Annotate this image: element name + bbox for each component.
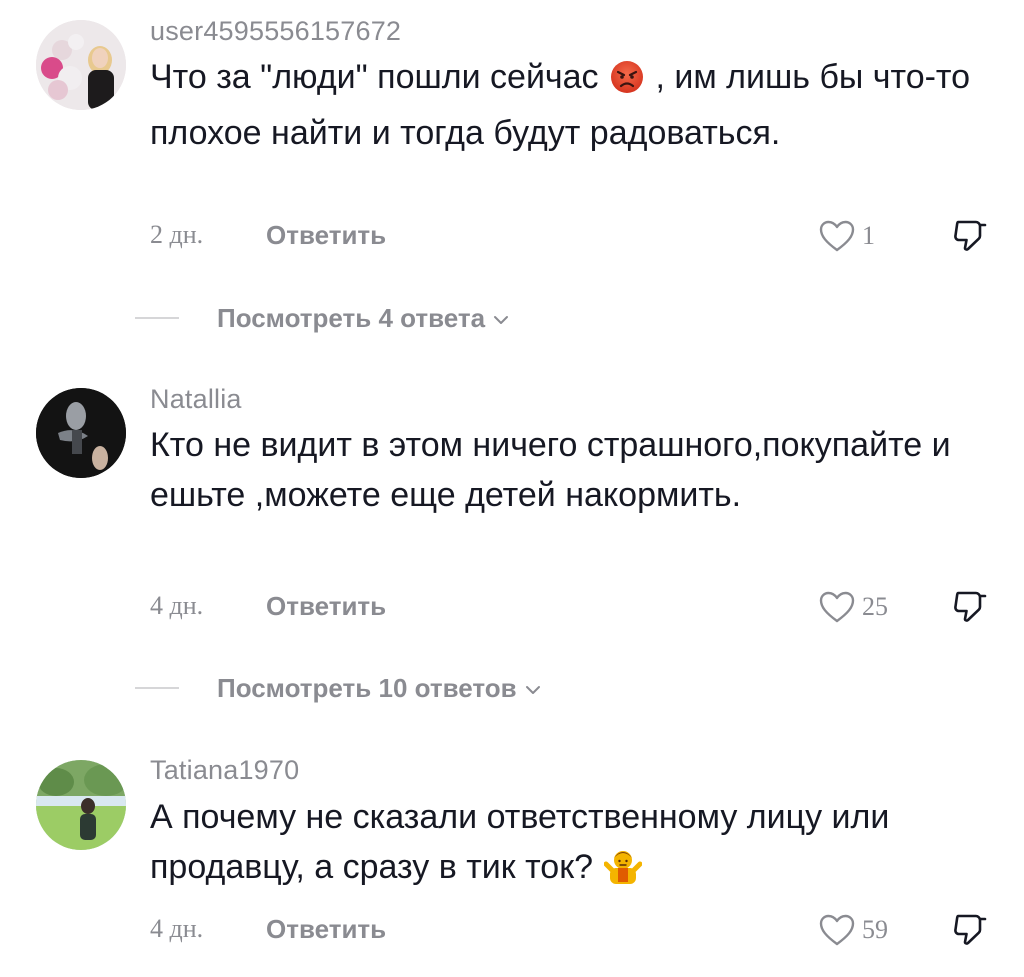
comment-actions: 2 дн. Ответить 1 xyxy=(150,214,990,258)
comment-text-body: А почему не сказали ответственному лицу … xyxy=(150,798,890,886)
comment-text-part-1: Что за "люди" пошли сейчас xyxy=(150,58,599,96)
comment-actions: 4 дн. Ответить 25 xyxy=(150,585,990,629)
timestamp: 2 дн. xyxy=(150,220,204,249)
avatar-image xyxy=(36,388,126,478)
like-count: 59 xyxy=(862,915,888,944)
timestamp: 4 дн. xyxy=(150,591,204,620)
username[interactable]: Natallia xyxy=(150,384,242,415)
like-count: 25 xyxy=(862,592,888,621)
comment-text: Кто не видит в этом ничего страшного,пок… xyxy=(150,426,951,514)
username[interactable]: Tatiana1970 xyxy=(150,755,299,786)
comment-actions: 4 дн. Ответить 59 xyxy=(150,908,990,952)
dislike-button[interactable] xyxy=(950,216,990,256)
heart-outline-icon xyxy=(819,914,855,946)
comment-text: Что за "люди" пошли сейчас , им лишь бы … xyxy=(150,52,990,158)
avatar-image xyxy=(36,760,126,850)
comment-text: А почему не сказали ответственному лицу … xyxy=(150,792,990,898)
avatar[interactable] xyxy=(36,760,126,850)
like-button[interactable]: 59 xyxy=(818,908,888,952)
like-count: 1 xyxy=(862,221,875,250)
avatar[interactable] xyxy=(36,388,126,478)
reply-button[interactable]: Ответить xyxy=(266,914,386,945)
chevron-down-icon xyxy=(494,316,509,324)
dislike-button[interactable] xyxy=(950,910,990,950)
angry-face-icon xyxy=(610,58,644,108)
thumbs-down-icon xyxy=(954,914,987,945)
view-replies-button[interactable]: Посмотреть 10 ответов xyxy=(135,668,541,708)
divider-line xyxy=(135,317,179,319)
view-replies-label: Посмотреть 10 ответов xyxy=(217,672,517,703)
chevron-down-icon xyxy=(525,686,540,694)
heart-outline-icon xyxy=(819,591,855,623)
like-button[interactable]: 1 xyxy=(818,214,875,258)
avatar-image xyxy=(36,20,126,110)
view-replies-label: Посмотреть 4 ответа xyxy=(217,302,486,333)
like-button[interactable]: 25 xyxy=(818,585,888,629)
reply-button[interactable]: Ответить xyxy=(266,220,386,251)
avatar[interactable] xyxy=(36,20,126,110)
reply-button[interactable]: Ответить xyxy=(266,591,386,622)
timestamp: 4 дн. xyxy=(150,914,204,943)
person-shrugging-icon xyxy=(603,846,643,898)
username[interactable]: user4595556157672 xyxy=(150,16,401,47)
divider-line xyxy=(135,687,179,689)
thumbs-down-icon xyxy=(954,220,987,251)
thumbs-down-icon xyxy=(954,591,987,622)
view-replies-button[interactable]: Посмотреть 4 ответа xyxy=(135,298,509,338)
heart-outline-icon xyxy=(819,220,855,252)
dislike-button[interactable] xyxy=(950,587,990,627)
